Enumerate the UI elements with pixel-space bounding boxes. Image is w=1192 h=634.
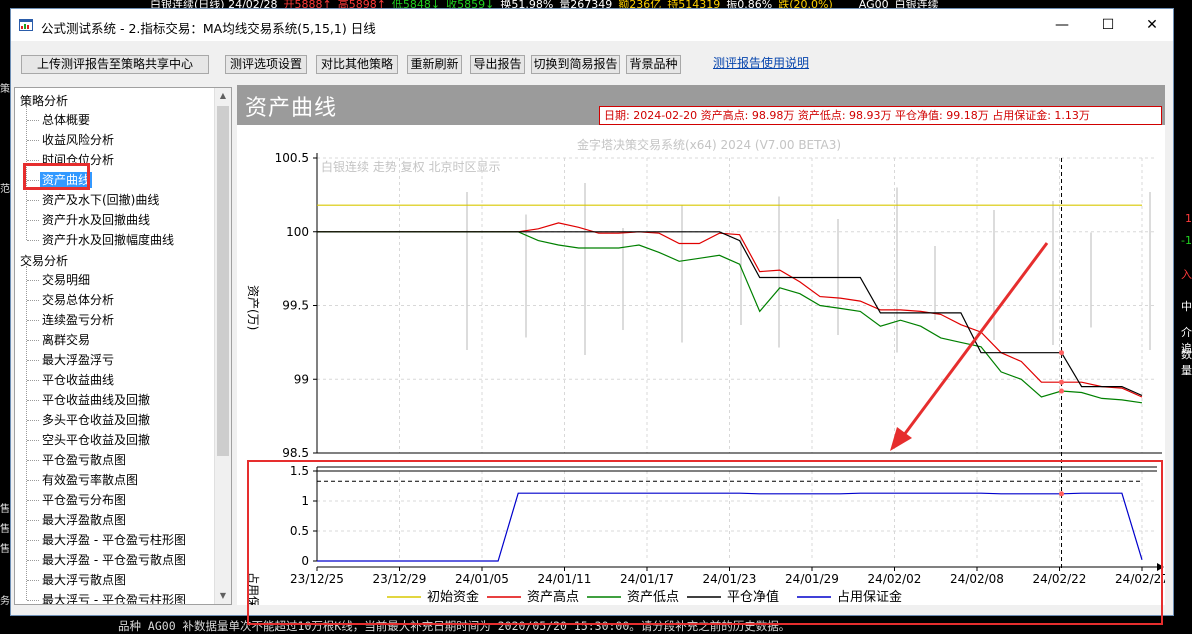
cursor-marker xyxy=(1059,350,1065,356)
toolbar: 上传测评报告至策略共享中心 测评选项设置 对比其他策略 重新刷新 导出报告 切换… xyxy=(11,41,1173,81)
export-report-button[interactable]: 导出报告 xyxy=(470,55,525,74)
background-edge-text: -1 xyxy=(1181,234,1192,247)
tree-item[interactable]: 资产升水及回撤曲线 xyxy=(40,212,152,228)
minimize-button[interactable]: — xyxy=(1047,15,1077,35)
test-options-button[interactable]: 测评选项设置 xyxy=(225,55,307,74)
tree-item[interactable]: 连续盈亏分析 xyxy=(40,312,116,328)
cursor-marker xyxy=(1059,379,1065,385)
x-tick-label: 23/12/29 xyxy=(373,572,427,586)
status-message-bar: 品种 AG00 补数据量单次不能超过10万根K线，当前最大补充日期时间为 202… xyxy=(0,618,1192,634)
legend-label: 占用保证金 xyxy=(837,589,902,605)
background-symbol-button[interactable]: 背景品种 xyxy=(626,55,681,74)
x-tick-label: 23/12/25 xyxy=(290,572,344,586)
tree-group-header[interactable]: 策略分析 xyxy=(20,92,68,109)
help-link[interactable]: 测评报告使用说明 xyxy=(713,54,809,71)
tree-item[interactable]: 最大浮盈 - 平仓盈亏散点图 xyxy=(40,552,188,568)
y-tick-label: 98.5 xyxy=(282,446,309,460)
background-edge-text: 数量 xyxy=(1181,348,1192,377)
y-axis-label: 资产(万) xyxy=(246,285,260,330)
x-tick-label: 24/01/17 xyxy=(620,572,674,586)
scroll-thumb[interactable] xyxy=(217,106,229,456)
x-axis-arrow-icon xyxy=(1157,563,1164,571)
screen: 白银连续(日线) 24/02/28 开5888↑ 高5898↑ 低5848↓ 收5859… xyxy=(0,0,1192,634)
y-tick-label: 99 xyxy=(294,372,309,386)
compare-strategies-button[interactable]: 对比其他策略 xyxy=(316,55,398,74)
lower-y-tick-label: 0.5 xyxy=(290,524,309,538)
tree-item[interactable]: 收益风险分析 xyxy=(40,132,116,148)
x-tick-label: 24/01/05 xyxy=(455,572,509,586)
x-tick-label: 24/01/29 xyxy=(785,572,839,586)
lower-y-tick-label: 1.5 xyxy=(290,464,309,478)
x-tick-label: 24/02/22 xyxy=(1033,572,1087,586)
tree-item[interactable]: 平仓盈亏散点图 xyxy=(40,452,128,468)
y-tick-label: 100 xyxy=(286,225,309,239)
tree-group-header[interactable]: 交易分析 xyxy=(20,252,68,269)
background-edge-text: 中 xyxy=(1181,300,1192,313)
selection-highlight-box xyxy=(23,163,90,190)
x-tick-label: 24/02/27 xyxy=(1115,572,1165,586)
tree-item[interactable]: 有效盈亏率散点图 xyxy=(40,472,140,488)
x-tick-label: 24/01/11 xyxy=(538,572,592,586)
background-edge-text: 入 xyxy=(1181,268,1192,281)
legend-label: 资产高点 xyxy=(527,589,579,605)
tree-item[interactable]: 最大浮盈 - 平仓盈亏柱形图 xyxy=(40,532,188,548)
y-tick-label: 99.5 xyxy=(282,299,309,313)
tree-item[interactable]: 最大浮盈浮亏 xyxy=(40,352,116,368)
legend-label: 资产低点 xyxy=(627,590,679,605)
series-line-2 xyxy=(317,231,1143,404)
lower-y-tick-label: 0 xyxy=(301,554,309,568)
tree-item[interactable]: 交易明细 xyxy=(40,272,92,288)
cursor-info-box: 日期: 2024-02-20 资产高点: 98.98万 资产低点: 98.93万… xyxy=(599,106,1162,125)
close-button[interactable]: ✕ xyxy=(1137,15,1167,35)
legend-label: 初始资金 xyxy=(427,589,479,605)
tree-item[interactable]: 离群交易 xyxy=(40,332,92,348)
app-icon xyxy=(19,19,33,31)
maximize-button[interactable]: ☐ xyxy=(1093,15,1123,35)
background-edge-text: 1 xyxy=(1185,212,1192,225)
tree-item[interactable]: 最大浮亏散点图 xyxy=(40,572,128,588)
cursor-marker xyxy=(1059,388,1065,394)
upload-report-button[interactable]: 上传测评报告至策略共享中心 xyxy=(21,55,209,74)
x-tick-label: 24/02/08 xyxy=(950,572,1004,586)
tree-item[interactable]: 平仓收益曲线 xyxy=(40,372,116,388)
tree-item[interactable]: 最大浮亏 - 平仓盈亏柱形图 xyxy=(40,592,188,604)
legend-label: 平仓净值 xyxy=(727,589,779,605)
lower-y-tick-label: 1 xyxy=(301,494,309,508)
annotation-arrow-shaft xyxy=(899,242,1049,440)
tree-item[interactable]: 多头平仓收益及回撤 xyxy=(40,412,152,428)
chart-watermark: 金字塔决策交易系统(x64) 2024 (V7.00 BETA3) xyxy=(577,137,841,152)
tree-item[interactable]: 最大浮盈散点图 xyxy=(40,512,128,528)
tree-item[interactable]: 资产升水及回撤幅度曲线 xyxy=(40,232,176,248)
cursor-marker xyxy=(1059,491,1065,497)
x-tick-label: 24/02/02 xyxy=(868,572,922,586)
chart-panel: 资产曲线 日期: 2024-02-20 资产高点: 98.98万 资产低点: 9… xyxy=(237,85,1165,625)
tree-scrollbar[interactable]: ▲ ▼ xyxy=(214,88,231,604)
asset-curve-chart[interactable]: 金字塔决策交易系统(x64) 2024 (V7.00 BETA3) 白银连续 走势… xyxy=(237,125,1165,605)
background-caption: 白银连续 走势 复权 北京时区显示 xyxy=(321,159,500,174)
lower-y-axis-label: 占用保证金 xyxy=(246,572,261,605)
x-tick-label: 24/01/23 xyxy=(703,572,757,586)
chart-header: 资产曲线 日期: 2024-02-20 资产高点: 98.98万 资产低点: 9… xyxy=(237,85,1165,125)
simple-report-button[interactable]: 切换到简易报告 xyxy=(531,55,620,74)
tree-item[interactable]: 总体概要 xyxy=(40,112,92,128)
test-report-window: 公式测试系统 - 2.指标交易：MA均线交易系统(5,15,1) 日线 — ☐ … xyxy=(10,8,1174,625)
tree-item[interactable]: 资产及水下(回撤)曲线 xyxy=(40,192,161,208)
tree-item[interactable]: 平仓盈亏分布图 xyxy=(40,492,128,508)
window-title: 公式测试系统 - 2.指标交易：MA均线交易系统(5,15,1) 日线 xyxy=(41,21,376,36)
tree-item[interactable]: 空头平仓收益及回撤 xyxy=(40,432,152,448)
chart-heading: 资产曲线 xyxy=(245,96,338,121)
refresh-button[interactable]: 重新刷新 xyxy=(407,55,462,74)
scroll-up-icon[interactable]: ▲ xyxy=(215,88,231,104)
y-tick-label: 100.5 xyxy=(275,151,309,165)
tree-item[interactable]: 平仓收益曲线及回撤 xyxy=(40,392,152,408)
scroll-down-icon[interactable]: ▼ xyxy=(215,588,231,604)
tree-item[interactable]: 交易总体分析 xyxy=(40,292,116,308)
title-bar[interactable]: 公式测试系统 - 2.指标交易：MA均线交易系统(5,15,1) 日线 — ☐ … xyxy=(11,9,1173,41)
